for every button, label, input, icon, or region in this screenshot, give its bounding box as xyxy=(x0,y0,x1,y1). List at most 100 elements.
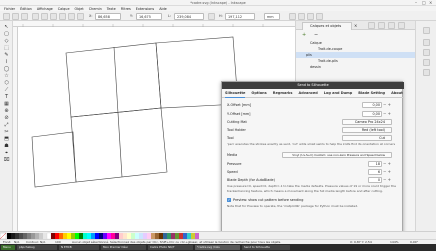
tweak-tool-icon[interactable]: ◇ xyxy=(3,38,10,44)
raise-button[interactable] xyxy=(68,12,75,20)
pressure-label: Pressure xyxy=(227,162,242,166)
menu-chemin[interactable]: Chemin xyxy=(89,7,102,11)
blade-depth-input[interactable]: 0 xyxy=(368,177,382,183)
tab-options[interactable]: Options xyxy=(251,89,266,97)
deselect-button[interactable] xyxy=(21,12,28,20)
media-select[interactable]: Vinyl (U+S+C) Custom: use non-zero Press… xyxy=(282,152,392,158)
menu-filtres[interactable]: Filtres xyxy=(121,7,131,11)
x-offset-input[interactable]: 0,00 xyxy=(362,102,382,108)
circle-tool-icon[interactable]: ◯ xyxy=(3,66,10,72)
panel-tool-icon-2[interactable] xyxy=(378,22,385,29)
menu-edition[interactable]: Édition xyxy=(20,7,32,11)
menu-extensions[interactable]: Extensions xyxy=(136,7,154,11)
box3d-tool-icon[interactable]: ⬡ xyxy=(3,80,10,86)
menu-aide[interactable]: Aide xyxy=(159,7,167,11)
rectangle-tool-icon[interactable]: ⌇ xyxy=(3,59,10,65)
menu-texte[interactable]: Texte xyxy=(107,7,116,11)
menu-objet[interactable]: Objet xyxy=(75,7,84,11)
tool-holder-select[interactable]: Red (left tool) xyxy=(342,127,392,133)
menu-affichage[interactable]: Affichage xyxy=(37,7,53,11)
remove-layer-icon[interactable]: − xyxy=(314,32,320,38)
select-in-all-layers-button[interactable] xyxy=(12,12,19,20)
width-field[interactable]: 239,084 xyxy=(174,12,204,20)
measure-tool-icon[interactable]: ✎ xyxy=(3,52,10,58)
transform-pattern-button[interactable] xyxy=(316,12,323,20)
tool-holder-label: Tool Holder xyxy=(227,128,246,132)
transform-gradient-button[interactable] xyxy=(307,12,314,20)
panel-tool-icon-3[interactable] xyxy=(388,22,395,29)
task-item-2[interactable]: N EHCB xyxy=(59,245,99,250)
x-offset-stepper-icon[interactable]: − + xyxy=(382,102,392,108)
cutting-mat-select[interactable]: Cameo Pro 24x24 xyxy=(342,119,392,125)
close-tab-icon[interactable]: × xyxy=(354,22,357,29)
task-item-3[interactable]: Mon Premier Dési xyxy=(101,245,146,250)
tab-about[interactable]: About xyxy=(391,89,403,97)
menu-fichier[interactable]: Fichier xyxy=(4,7,15,11)
connector-tool-icon[interactable]: ⤢ xyxy=(3,122,10,128)
snap-option-icon-3[interactable] xyxy=(423,59,430,66)
speed-stepper-icon[interactable]: − + xyxy=(382,169,392,175)
y-field[interactable]: 16,675 xyxy=(136,12,162,20)
preview-checkbox[interactable]: ✓ xyxy=(227,198,231,202)
rotate-cw-button[interactable] xyxy=(41,12,48,20)
text-tool-icon[interactable]: T xyxy=(3,94,10,100)
y-offset-stepper-icon[interactable]: − + xyxy=(382,111,392,117)
star-tool-icon[interactable]: ☆ xyxy=(3,73,10,79)
task-item-inkscape[interactable]: *cadre.svg (Inks xyxy=(195,245,240,250)
tab-advanced[interactable]: Advanced xyxy=(298,89,317,97)
y-offset-input[interactable]: 0,00 xyxy=(362,111,382,117)
tab-layers-objects[interactable]: Calques et objets xyxy=(302,22,352,30)
node-tool-icon[interactable]: ▢ xyxy=(3,31,10,37)
eraser-tool-icon[interactable]: ⊘ xyxy=(3,115,10,121)
transform-corners-button[interactable] xyxy=(298,12,305,20)
snap-toggle-icon[interactable] xyxy=(423,27,430,34)
panel-tool-icon-4[interactable] xyxy=(398,22,405,29)
pressure-input[interactable]: 18 xyxy=(368,161,382,167)
lock-ratio-icon[interactable] xyxy=(208,12,215,20)
selector-tool-icon[interactable]: ↖ xyxy=(3,24,10,30)
start-menu-button[interactable]: Menu xyxy=(1,245,15,250)
bucket-tool-icon[interactable]: ⬒ xyxy=(3,136,10,142)
menu-calque[interactable]: Calque xyxy=(58,7,70,11)
snap-option-icon-2[interactable] xyxy=(423,49,430,56)
tool-select[interactable]: Cut xyxy=(342,135,392,141)
flip-vertical-button[interactable] xyxy=(59,12,66,20)
spray-tool-icon[interactable]: ⊕ xyxy=(3,108,10,114)
height-field[interactable]: 197,112 xyxy=(225,12,255,20)
snap-option-icon-1[interactable] xyxy=(423,39,430,46)
calligraphy-tool-icon[interactable]: ✂ xyxy=(3,129,10,135)
rotate-ccw-button[interactable] xyxy=(32,12,39,20)
blade-depth-stepper-icon[interactable]: − + xyxy=(382,177,392,183)
zoom-tool-icon[interactable]: ⬚ xyxy=(3,45,10,51)
task-item-send-to-silhouette[interactable]: Send to Silhouette xyxy=(242,245,290,250)
select-all-button[interactable] xyxy=(3,12,10,20)
flip-horizontal-button[interactable] xyxy=(50,12,57,20)
x-label: X: xyxy=(89,13,93,18)
task-item-4[interactable]: Cadre Photo NK/T xyxy=(148,245,193,250)
tab-log-and-dump[interactable]: Log and Dump xyxy=(324,89,353,97)
pen-tool-icon[interactable]: ⟋ xyxy=(3,87,10,93)
dialog-tabs: Silhouette Options Regmarks Advanced Log… xyxy=(222,89,404,98)
x-field[interactable]: 86,658 xyxy=(95,12,121,20)
task-item-1[interactable]: pbpchebeg xyxy=(17,245,57,250)
tab-blade-setting[interactable]: Blade Setting xyxy=(358,89,385,97)
add-layer-icon[interactable]: + xyxy=(302,32,308,38)
dropper-tool-icon[interactable]: ⌖ xyxy=(3,150,10,156)
unit-select[interactable]: mm xyxy=(264,12,280,20)
fold-line-top xyxy=(113,46,119,114)
tab-regmarks[interactable]: Regmarks xyxy=(273,89,293,97)
lpe-tool-icon[interactable]: ⌧ xyxy=(3,157,10,163)
mesh-tool-icon[interactable]: ▦ xyxy=(3,101,10,107)
pressure-stepper-icon[interactable]: − + xyxy=(382,161,392,167)
layer-name: plis xyxy=(306,53,312,57)
layer-row-dessin[interactable]: dessin xyxy=(296,64,416,70)
lower-button[interactable] xyxy=(77,12,84,20)
tab-silhouette[interactable]: Silhouette xyxy=(225,89,246,98)
snap-option-icon-4[interactable] xyxy=(423,69,430,76)
gradient-tool-icon[interactable]: ☗ xyxy=(3,143,10,149)
transform-stroke-button[interactable] xyxy=(289,12,296,20)
panel-tab-row: Calques et objets × xyxy=(296,21,416,30)
snap-controls-bar xyxy=(415,21,436,231)
speed-input[interactable]: 6 xyxy=(368,169,382,175)
panel-tool-icon-1[interactable] xyxy=(368,22,375,29)
